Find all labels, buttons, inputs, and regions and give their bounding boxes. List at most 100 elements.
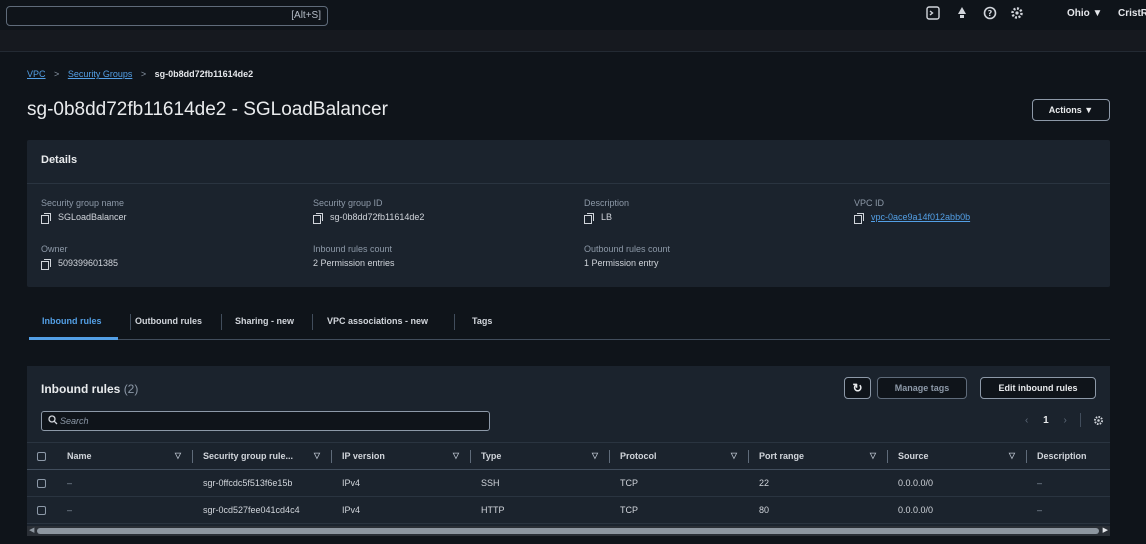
tab-sharing[interactable]: Sharing - new	[235, 316, 294, 326]
field-value: SGLoadBalancer	[41, 212, 127, 224]
prev-page-button[interactable]: ‹	[1025, 415, 1028, 426]
col-label: Source	[898, 451, 929, 461]
col-label: Type	[481, 451, 502, 461]
copy-icon[interactable]	[584, 212, 594, 224]
copy-icon[interactable]	[313, 212, 323, 224]
col-header-type[interactable]: Type ▽	[471, 442, 610, 470]
field-label: VPC ID	[854, 198, 885, 208]
tab-vpc-associations[interactable]: VPC associations - new	[327, 316, 428, 326]
row-checkbox[interactable]	[37, 506, 46, 516]
refresh-icon: ↻	[852, 381, 863, 395]
horizontal-scrollbar[interactable]: ◀ ▶	[27, 526, 1110, 536]
copy-icon[interactable]	[41, 212, 51, 224]
breadcrumb-separator: >	[140, 69, 147, 79]
table-row[interactable]: – sgr-0cd527fee041cd4c4 IPv4 HTTP TCP 80…	[27, 496, 1110, 524]
rules-search-input[interactable]	[60, 414, 480, 428]
notifications-icon[interactable]	[953, 6, 971, 24]
cell-description: –	[1027, 469, 1110, 497]
inbound-rules-table: Name ▽ Security group rule... ▽ IP version…	[27, 442, 1110, 524]
row-checkbox-cell[interactable]	[27, 469, 57, 497]
tab-bar: Inbound rules Outbound rules Sharing - n…	[29, 302, 1110, 340]
breadcrumb-vpc-link[interactable]: VPC	[27, 69, 46, 79]
scrollbar-thumb[interactable]	[37, 528, 1099, 534]
copy-icon[interactable]	[854, 212, 864, 224]
inbound-rules-count: (2)	[123, 382, 139, 396]
select-all-checkbox-cell[interactable]	[27, 442, 57, 470]
sort-icon[interactable]: ▽	[1009, 451, 1015, 460]
active-tab-indicator	[29, 337, 118, 340]
details-panel: Details Security group name SGLoadBalanc…	[27, 140, 1110, 287]
col-header-protocol[interactable]: Protocol ▽	[610, 442, 749, 470]
tab-divider	[221, 314, 222, 330]
sort-icon[interactable]: ▽	[592, 451, 598, 460]
pagination: ‹ 1 ›	[1019, 413, 1110, 427]
copy-icon[interactable]	[41, 258, 51, 270]
description-value: LB	[601, 212, 613, 222]
manage-tags-button[interactable]: Manage tags	[877, 377, 967, 399]
cell-type: SSH	[471, 469, 610, 497]
col-header-rule-id[interactable]: Security group rule... ▽	[193, 442, 332, 470]
sort-icon[interactable]: ▽	[453, 451, 459, 460]
settings-icon[interactable]	[1008, 6, 1026, 24]
cell-rule-id: sgr-0cd527fee041cd4c4	[193, 496, 332, 524]
breadcrumb-separator: >	[54, 69, 60, 79]
row-checkbox-cell[interactable]	[27, 496, 57, 524]
select-all-checkbox[interactable]	[37, 452, 46, 462]
cell-description: –	[1027, 496, 1110, 524]
field-label: Description	[584, 198, 630, 208]
col-label: Port range	[759, 451, 805, 461]
next-page-button[interactable]: ›	[1063, 415, 1066, 426]
col-header-name[interactable]: Name ▽	[57, 442, 193, 470]
tab-tags[interactable]: Tags	[472, 316, 492, 326]
cloudshell-icon[interactable]	[924, 6, 942, 24]
table-settings-icon[interactable]	[1093, 415, 1104, 426]
col-header-ip-version[interactable]: IP version ▽	[332, 442, 471, 470]
vpc-id-link[interactable]: vpc-0ace9a14f012abb0b	[871, 212, 970, 222]
field-value: sg-0b8dd72fb11614de2	[313, 212, 424, 224]
cell-name: –	[57, 469, 193, 497]
search-icon	[48, 415, 58, 428]
scroll-right-icon[interactable]: ▶	[1103, 526, 1108, 534]
cell-source: 0.0.0.0/0	[888, 496, 1027, 524]
col-label: Security group rule...	[203, 451, 294, 461]
outbound-count-value: 1 Permission entry	[584, 258, 659, 268]
inbound-rules-title: Inbound rules (2)	[41, 382, 138, 396]
breadcrumb-security-groups-link[interactable]: Security Groups	[68, 69, 133, 79]
svg-text:?: ?	[988, 9, 993, 18]
global-search-input[interactable]: [Alt+S]	[6, 6, 328, 26]
sg-name-field: Security group name SGLoadBalancer	[41, 198, 127, 224]
sort-icon[interactable]: ▽	[175, 451, 181, 460]
scroll-left-icon[interactable]: ◀	[29, 526, 34, 534]
refresh-button[interactable]: ↻	[844, 377, 871, 399]
field-value: LB	[584, 212, 629, 224]
vpc-id-field: VPC ID vpc-0ace9a14f012abb0b	[854, 198, 970, 224]
col-header-port-range[interactable]: Port range ▽	[749, 442, 888, 470]
account-menu[interactable]: CristR	[1118, 8, 1146, 19]
current-page[interactable]: 1	[1043, 415, 1049, 426]
sort-icon[interactable]: ▽	[870, 451, 876, 460]
cell-name: –	[57, 496, 193, 524]
sort-icon[interactable]: ▽	[731, 451, 737, 460]
row-checkbox[interactable]	[37, 479, 46, 489]
service-bar	[0, 30, 1146, 52]
top-nav-bar: [Alt+S] ? Ohio ▼ CristR	[0, 0, 1146, 30]
cell-protocol: TCP	[610, 496, 749, 524]
tab-inbound-rules[interactable]: Inbound rules	[42, 316, 102, 326]
sort-icon[interactable]: ▽	[314, 451, 320, 460]
col-label: Name	[67, 451, 92, 461]
table-row[interactable]: – sgr-0ffcdc5f513f6e15b IPv4 SSH TCP 22 …	[27, 469, 1110, 497]
edit-inbound-rules-button[interactable]: Edit inbound rules	[980, 377, 1096, 399]
sg-name-value: SGLoadBalancer	[58, 212, 127, 222]
actions-button[interactable]: Actions ▼	[1032, 99, 1110, 121]
sg-id-field: Security group ID sg-0b8dd72fb11614de2	[313, 198, 424, 224]
cell-port-range: 80	[749, 496, 888, 524]
inbound-rules-panel: Inbound rules (2) ↻ Manage tags Edit inb…	[27, 366, 1110, 536]
description-field: Description LB	[584, 198, 630, 224]
col-header-source[interactable]: Source ▽	[888, 442, 1027, 470]
col-header-description[interactable]: Description	[1027, 442, 1110, 470]
field-label: Security group name	[41, 198, 125, 208]
region-selector[interactable]: Ohio ▼	[1067, 8, 1102, 19]
rules-search-box[interactable]	[41, 411, 490, 431]
help-icon[interactable]: ?	[981, 6, 999, 24]
tab-outbound-rules[interactable]: Outbound rules	[135, 316, 202, 326]
